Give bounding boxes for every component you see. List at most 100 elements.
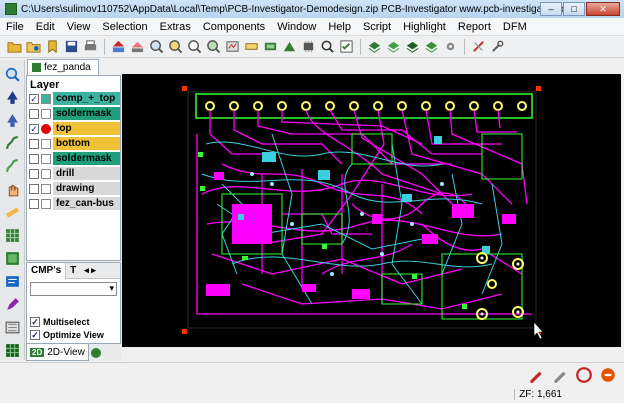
layer-color-swatch[interactable]	[41, 108, 51, 119]
cmp-dropdown[interactable]	[30, 282, 117, 296]
layer-row[interactable]: soldermask	[27, 151, 120, 166]
grid-tool-icon[interactable]	[2, 248, 22, 268]
menu-dfm[interactable]: DFM	[497, 21, 533, 33]
view-tab-label: 2D-View	[47, 346, 85, 358]
layers-top-icon[interactable]	[385, 38, 402, 55]
close-button[interactable]: ✕	[586, 2, 620, 16]
layer-color-swatch[interactable]	[41, 138, 51, 149]
layer-row[interactable]: ✓ comp_+_top	[27, 91, 120, 106]
layer-checkbox[interactable]	[29, 153, 39, 164]
menu-highlight[interactable]: Highlight	[397, 21, 452, 33]
maximize-button[interactable]: □	[563, 2, 585, 16]
menu-components[interactable]: Components	[197, 21, 271, 33]
mouse-cursor-icon	[533, 321, 544, 340]
menu-selection[interactable]: Selection	[96, 21, 153, 33]
layer-up-icon[interactable]	[110, 38, 127, 55]
app-icon	[5, 3, 17, 15]
edit-icon[interactable]	[2, 294, 22, 314]
hand-icon[interactable]	[2, 179, 22, 199]
ruler-tool-icon[interactable]	[2, 202, 22, 222]
highlight-icon[interactable]	[262, 38, 279, 55]
stop-icon[interactable]	[598, 365, 618, 385]
layers-bottom-icon[interactable]	[404, 38, 421, 55]
search-icon[interactable]	[319, 38, 336, 55]
measure-icon[interactable]	[224, 38, 241, 55]
layer-color-swatch[interactable]	[41, 168, 51, 179]
multiselect-checkbox[interactable]: ✓	[30, 316, 40, 327]
document-tab[interactable]: fez_panda	[27, 59, 99, 75]
toolbar-separator	[464, 38, 465, 55]
menu-report[interactable]: Report	[452, 21, 497, 33]
layer-color-swatch[interactable]	[41, 183, 51, 194]
menu-edit[interactable]: Edit	[30, 21, 61, 33]
optimize-view-checkbox[interactable]: ✓	[30, 329, 40, 340]
optimize-view-option[interactable]: ✓ Optimize View	[27, 328, 120, 341]
zoom-window-icon[interactable]	[186, 38, 203, 55]
layer-row[interactable]: ✓ top	[27, 121, 120, 136]
pcb-layout-drawing[interactable]	[122, 74, 621, 347]
layer-checkbox[interactable]: ✓	[29, 93, 39, 104]
multiselect-option[interactable]: ✓ Multiselect	[27, 315, 120, 328]
menu-file[interactable]: File	[0, 21, 30, 33]
measure-tool-icon[interactable]	[2, 317, 22, 337]
layer-color-swatch[interactable]	[41, 153, 51, 164]
layers-stack-icon[interactable]	[366, 38, 383, 55]
route-alt-icon[interactable]	[2, 156, 22, 176]
component-icon[interactable]	[300, 38, 317, 55]
tab-scroll-arrows-icon[interactable]: ◂ ▸	[80, 265, 96, 276]
zoom-fit-icon[interactable]	[205, 38, 222, 55]
layer-color-swatch[interactable]	[41, 198, 51, 209]
checklist-icon[interactable]	[338, 38, 355, 55]
pattern-icon[interactable]	[2, 225, 22, 245]
tools-icon[interactable]	[489, 38, 506, 55]
layer-row[interactable]: soldermask	[27, 106, 120, 121]
view-3d-icon[interactable]	[90, 347, 101, 358]
zoom-tool-icon[interactable]	[2, 64, 22, 84]
ruler-icon[interactable]	[243, 38, 260, 55]
settings-icon[interactable]	[442, 38, 459, 55]
pen-icon[interactable]	[526, 365, 546, 385]
pcb-canvas[interactable]	[122, 74, 621, 347]
layer-row[interactable]: drawing	[27, 181, 120, 196]
zoom-in-icon[interactable]	[148, 38, 165, 55]
layer-row[interactable]: bottom	[27, 136, 120, 151]
layer-checkbox[interactable]	[29, 168, 39, 179]
layer-name: bottom	[53, 137, 120, 150]
tab-next[interactable]: T	[66, 263, 80, 279]
layer-row[interactable]: fez_can-bus	[27, 196, 120, 211]
arrow-up-icon[interactable]	[2, 87, 22, 107]
route-icon[interactable]	[2, 133, 22, 153]
menu-script[interactable]: Script	[357, 21, 397, 33]
menu-extras[interactable]: Extras	[154, 21, 197, 33]
recent-folder-icon[interactable]	[25, 38, 42, 55]
layer-checkbox[interactable]	[29, 198, 39, 209]
layers-all-icon[interactable]	[423, 38, 440, 55]
tab-cmps[interactable]: CMP's	[27, 262, 67, 279]
disable-icon[interactable]	[470, 38, 487, 55]
layer-name: comp_+_top	[53, 92, 120, 105]
minimize-button[interactable]: –	[540, 2, 562, 16]
menu-view[interactable]: View	[61, 21, 97, 33]
menu-window[interactable]: Window	[271, 21, 322, 33]
active-layer-dot-icon[interactable]	[41, 123, 51, 134]
layer-color-swatch[interactable]	[41, 93, 51, 104]
open-folder-icon[interactable]	[6, 38, 23, 55]
layer-checkbox[interactable]	[29, 138, 39, 149]
tab-2d-view[interactable]: 2D 2D-View	[26, 344, 89, 361]
net-icon[interactable]	[281, 38, 298, 55]
save-icon[interactable]	[63, 38, 80, 55]
layer-checkbox[interactable]	[29, 108, 39, 119]
layer-checkbox[interactable]: ✓	[29, 123, 39, 134]
menu-help[interactable]: Help	[322, 21, 357, 33]
arrow-up-alt-icon[interactable]	[2, 110, 22, 130]
properties-icon[interactable]	[2, 271, 22, 291]
bookmark-icon[interactable]	[44, 38, 61, 55]
print-icon[interactable]	[82, 38, 99, 55]
layer-down-icon[interactable]	[129, 38, 146, 55]
zoom-out-icon[interactable]	[167, 38, 184, 55]
brush-icon[interactable]	[550, 365, 570, 385]
layer-checkbox[interactable]	[29, 183, 39, 194]
matrix-icon[interactable]	[2, 340, 22, 360]
layer-row[interactable]: drill	[27, 166, 120, 181]
circle-select-icon[interactable]	[574, 365, 594, 385]
